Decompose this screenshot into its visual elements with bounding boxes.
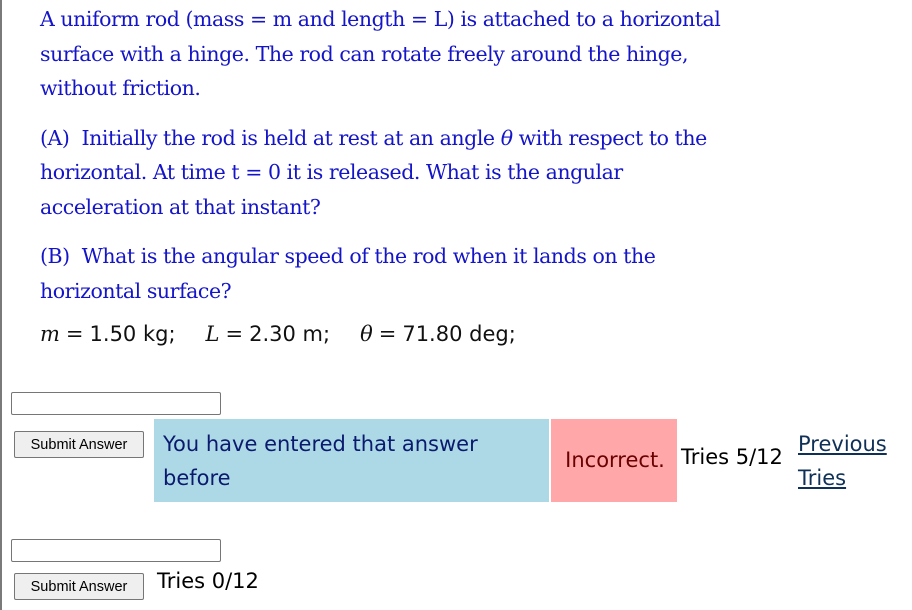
given-mass-symbol: m — [40, 322, 60, 346]
incorrect-status-badge: Incorrect. — [551, 419, 677, 502]
answer-a-input[interactable] — [11, 392, 221, 415]
given-angle-equals: = — [378, 322, 397, 346]
part-b-text: What is the angular speed of the rod whe… — [40, 244, 656, 303]
part-a: (A) Initially the rod is held at rest at … — [40, 121, 740, 225]
given-mass-value: 1.50 kg; — [89, 322, 176, 346]
part-b: (B) What is the angular speed of the rod … — [40, 239, 740, 308]
given-angle-symbol: θ — [360, 322, 373, 346]
given-length-equals: = — [225, 322, 244, 346]
answer-b-input[interactable] — [11, 539, 221, 562]
previous-tries-link[interactable]: Previous Tries — [798, 427, 908, 495]
part-a-text-before: Initially the rod is held at rest at an … — [81, 125, 501, 150]
part-a-label: (A) — [40, 125, 70, 150]
submit-answer-a-button[interactable]: Submit Answer — [14, 431, 144, 458]
given-length-value: 2.30 m; — [249, 322, 331, 346]
theta-symbol: θ — [500, 125, 513, 150]
repeat-answer-feedback: You have entered that answer before — [154, 419, 549, 502]
given-values: m = 1.50 kg; L = 2.30 m; θ = 71.80 deg; — [40, 322, 516, 346]
tries-counter-a: Tries 5/12 — [681, 445, 783, 469]
given-mass-equals: = — [65, 322, 84, 346]
left-border — [0, 0, 2, 610]
given-angle-value: 71.80 deg; — [402, 322, 516, 346]
part-b-label: (B) — [40, 244, 70, 268]
submit-answer-b-button[interactable]: Submit Answer — [14, 573, 144, 600]
given-length-symbol: L — [205, 322, 220, 346]
problem-statement: A uniform rod (mass = m and length = L) … — [40, 2, 740, 308]
tries-counter-b: Tries 0/12 — [157, 569, 259, 593]
problem-intro: A uniform rod (mass = m and length = L) … — [40, 7, 721, 100]
